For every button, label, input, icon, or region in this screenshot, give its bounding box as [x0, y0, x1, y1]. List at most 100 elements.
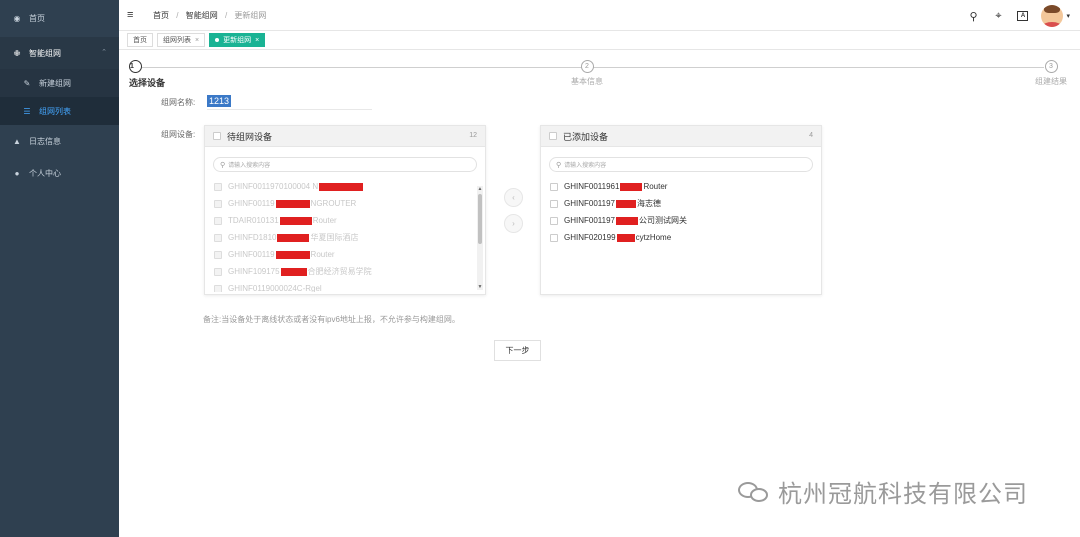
item-checkbox[interactable] — [550, 233, 558, 242]
item-text: NGROUTER — [310, 199, 357, 208]
item-text: GHINF020199 — [564, 233, 616, 242]
redaction-mark — [620, 182, 643, 191]
item-text: 华夏国际酒店 — [310, 233, 359, 242]
list-item[interactable]: GHINF0011961 Router — [550, 178, 821, 195]
stepper: 1 选择设备 2 基本信息 3 组建结果 — [119, 57, 1080, 97]
network-name-label: 组网名称: — [161, 98, 196, 107]
breadcrumb-home[interactable]: 首页 — [153, 11, 169, 20]
tabs-bar: 首页 组网列表 × 更新组网 × — [119, 31, 1080, 50]
move-left-button[interactable]: ‹ — [504, 188, 523, 207]
pending-devices-panel: 待组网设备 12 ⚲ 请输入搜索内容 GHINF0011970100004 N … — [204, 125, 486, 295]
sidebar-submenu: ✎ 新建组网 ☰ 组网列表 — [0, 69, 119, 125]
top-header: ≡ 首页 / 智能组网 / 更新组网 ⚲ ⌖ A ▾ — [119, 0, 1080, 31]
breadcrumb-separator: / — [176, 10, 179, 20]
menu-toggle-icon[interactable]: ≡ — [127, 9, 139, 21]
search-placeholder: 请输入搜索内容 — [564, 163, 607, 169]
item-checkbox[interactable] — [550, 199, 558, 208]
list-item[interactable]: GHINF001197 公司测试网关 — [550, 212, 821, 229]
panel-title: 待组网设备 — [227, 131, 273, 142]
header-tools: ⚲ ⌖ A ▾ — [967, 5, 1070, 27]
select-all-checkbox[interactable] — [549, 132, 557, 140]
sidebar-item-log-info[interactable]: ▲ 日志信息 — [0, 125, 119, 157]
item-text: GHINF00119 — [228, 250, 275, 259]
tab-network-list[interactable]: 组网列表 × — [157, 33, 206, 47]
step-number: 3 — [1044, 60, 1058, 73]
list-item[interactable]: GHINF109175 合肥经济贸易学院 — [214, 263, 485, 280]
scrollbar[interactable]: ▲ ▼ — [477, 186, 483, 290]
watermark: 杭州冠航科技有限公司 — [738, 474, 1028, 509]
list-item[interactable]: GHINF0119000024C -Rgel — [214, 280, 485, 292]
breadcrumb-separator: / — [224, 10, 228, 20]
redaction-mark — [277, 233, 310, 242]
close-icon[interactable]: × — [255, 37, 259, 44]
item-checkbox[interactable] — [214, 250, 222, 259]
tab-label: 首页 — [133, 37, 147, 44]
search-placeholder: 请输入搜索内容 — [228, 163, 271, 169]
redaction-mark — [275, 250, 310, 259]
next-step-button[interactable]: 下一步 — [494, 340, 541, 361]
sidebar-item-label: 首页 — [29, 14, 45, 23]
chevron-up-icon: ⌃ — [101, 49, 107, 56]
font-size-icon[interactable]: A — [1017, 11, 1029, 21]
search-input[interactable]: ⚲ 请输入搜索内容 — [213, 157, 477, 172]
select-all-checkbox[interactable] — [213, 132, 221, 140]
item-text: Router — [643, 182, 668, 191]
list-item[interactable]: GHINF001197 海志德 — [550, 195, 821, 212]
step-number: 1 — [129, 60, 142, 73]
item-checkbox[interactable] — [214, 233, 222, 242]
avatar[interactable] — [1041, 5, 1064, 27]
item-checkbox[interactable] — [550, 182, 558, 191]
panel-title: 已添加设备 — [563, 131, 609, 142]
fullscreen-icon[interactable]: ⌖ — [992, 10, 1004, 23]
list-item[interactable]: GHINF00119 Router — [214, 246, 485, 263]
dashboard-icon: ◉ — [13, 14, 21, 23]
item-text: GHINF0011970100004 N — [228, 182, 319, 191]
search-input[interactable]: ⚲ 请输入搜索内容 — [549, 157, 813, 172]
scroll-down-icon[interactable]: ▼ — [477, 284, 483, 290]
sidebar-item-new-network[interactable]: ✎ 新建组网 — [0, 69, 119, 97]
sidebar-item-smart-network[interactable]: ✙ 智能组网 ⌃ — [0, 37, 119, 69]
step-label: 组建结果 — [1035, 77, 1067, 86]
search-icon[interactable]: ⚲ — [967, 10, 979, 23]
item-text: cytzHome — [635, 233, 672, 242]
item-checkbox[interactable] — [550, 216, 558, 225]
item-text: GHINF109175 — [228, 267, 280, 276]
item-text: Router — [312, 216, 337, 225]
redaction-mark — [319, 182, 364, 191]
sidebar-item-network-list[interactable]: ☰ 组网列表 — [0, 97, 119, 125]
tab-label: 组网列表 — [163, 37, 191, 44]
step-label: 基本信息 — [571, 77, 603, 86]
scrollbar-thumb[interactable] — [478, 194, 482, 244]
item-checkbox[interactable] — [214, 182, 222, 191]
item-checkbox[interactable] — [214, 199, 222, 208]
sidebar-item-home[interactable]: ◉ 首页 — [0, 0, 119, 37]
breadcrumb-current: 更新组网 — [234, 10, 267, 20]
scroll-up-icon[interactable]: ▲ — [477, 186, 483, 192]
chevron-down-icon[interactable]: ▾ — [1066, 12, 1070, 20]
item-checkbox[interactable] — [214, 284, 222, 292]
breadcrumb: 首页 / 智能组网 / 更新组网 — [153, 10, 266, 21]
move-right-button[interactable]: › — [504, 214, 523, 233]
step-number: 2 — [580, 60, 594, 73]
list-item[interactable]: GHINF00119 NGROUTER — [214, 195, 485, 212]
tab-update-network[interactable]: 更新组网 × — [209, 33, 266, 47]
list-item[interactable]: GHINF020199 cytzHome — [550, 229, 821, 246]
panel-count: 4 — [809, 132, 813, 139]
sidebar: ◉ 首页 ✙ 智能组网 ⌃ ✎ 新建组网 ☰ 组网列表 ▲ 日志信息 ● 个人中… — [0, 0, 119, 537]
list-item[interactable]: GHINF0011970100004 N — [214, 178, 485, 195]
item-text: GHINF00119 — [228, 199, 275, 208]
network-name-input[interactable]: 1213 — [207, 93, 372, 110]
sidebar-item-label: 个人中心 — [29, 168, 61, 178]
list-item[interactable]: GHINFD1810 华夏国际酒店 — [214, 229, 485, 246]
breadcrumb-smart-network[interactable]: 智能组网 — [186, 11, 218, 20]
item-checkbox[interactable] — [214, 267, 222, 276]
item-text: GHINF0119000024C — [228, 284, 303, 292]
item-text: TDAIR010131 — [228, 216, 279, 225]
tab-home[interactable]: 首页 — [127, 33, 153, 47]
sidebar-item-personal[interactable]: ● 个人中心 — [0, 157, 119, 189]
list-item[interactable]: TDAIR010131 Router — [214, 212, 485, 229]
item-checkbox[interactable] — [214, 216, 222, 225]
tab-label: 更新组网 — [223, 37, 252, 44]
pending-devices-list: GHINF0011970100004 N GHINF00119 NGROUTER … — [205, 178, 485, 292]
close-icon[interactable]: × — [195, 37, 199, 44]
